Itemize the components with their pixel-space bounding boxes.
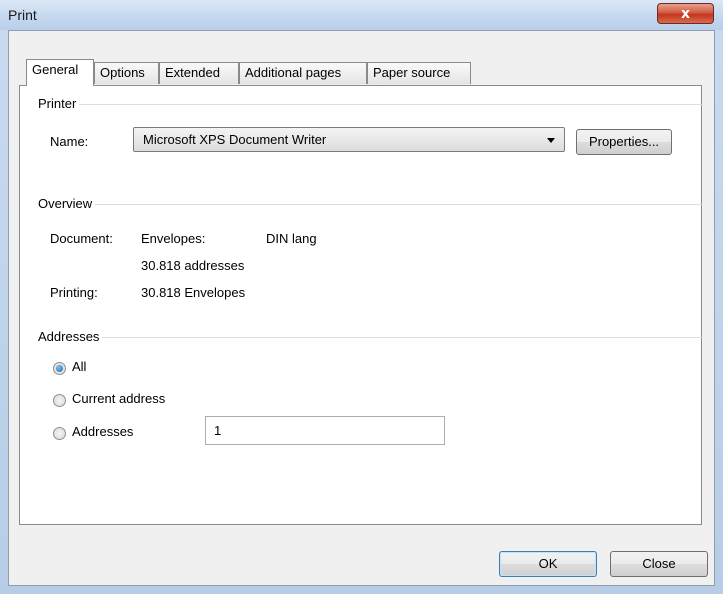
radio-all[interactable] — [53, 362, 66, 375]
printing-label: Printing: — [50, 285, 98, 300]
window-close-button[interactable]: x — [657, 3, 714, 24]
document-label: Document: — [50, 231, 113, 246]
radio-current-address[interactable] — [53, 394, 66, 407]
tab-label: General — [32, 62, 79, 77]
close-button-label: Close — [642, 556, 676, 571]
ok-button[interactable]: OK — [499, 551, 597, 577]
tab-paper-source[interactable]: Paper source — [367, 62, 471, 84]
printer-name-label: Name: — [50, 134, 89, 149]
tab-label: Paper source — [373, 65, 451, 80]
printer-name-select[interactable]: Microsoft XPS Document Writer — [133, 127, 565, 152]
window-title: Print — [8, 7, 37, 23]
tab-general[interactable]: General — [26, 59, 94, 86]
close-button[interactable]: Close — [610, 551, 708, 577]
printer-group-label: Printer — [38, 96, 80, 111]
chevron-down-icon — [547, 138, 555, 143]
envelopes-label: Envelopes: — [141, 231, 206, 246]
ok-button-label: OK — [538, 556, 558, 571]
addresses-range-input[interactable]: 1 — [205, 416, 445, 445]
overview-group-divider — [40, 204, 703, 205]
properties-button[interactable]: Properties... — [576, 129, 672, 155]
tab-additional-pages[interactable]: Additional pages — [239, 62, 367, 84]
printer-name-value: Microsoft XPS Document Writer — [143, 132, 327, 147]
envelope-format: DIN lang — [266, 231, 317, 246]
addresses-group-divider — [40, 337, 703, 338]
printer-group-divider — [40, 104, 703, 105]
tab-label: Extended — [165, 65, 220, 80]
title-bar[interactable]: Print x — [0, 0, 723, 30]
radio-addresses-label[interactable]: Addresses — [72, 424, 133, 439]
printing-value: 30.818 Envelopes — [141, 285, 246, 300]
tab-label: Options — [100, 65, 145, 80]
radio-addresses[interactable] — [53, 427, 66, 440]
tab-extended[interactable]: Extended — [159, 62, 239, 84]
radio-current-address-label[interactable]: Current address — [72, 391, 165, 406]
tab-label: Additional pages — [245, 65, 342, 80]
properties-button-label: Properties... — [588, 134, 660, 149]
tab-options[interactable]: Options — [94, 62, 159, 84]
close-icon: x — [680, 5, 691, 22]
addresses-range-value: 1 — [214, 423, 222, 438]
addresses-count: 30.818 addresses — [141, 258, 245, 273]
overview-group-label: Overview — [38, 196, 96, 211]
print-dialog: Print x General Options Extended Additio… — [0, 0, 723, 594]
radio-all-label[interactable]: All — [72, 359, 86, 374]
addresses-group-label: Addresses — [38, 329, 103, 344]
